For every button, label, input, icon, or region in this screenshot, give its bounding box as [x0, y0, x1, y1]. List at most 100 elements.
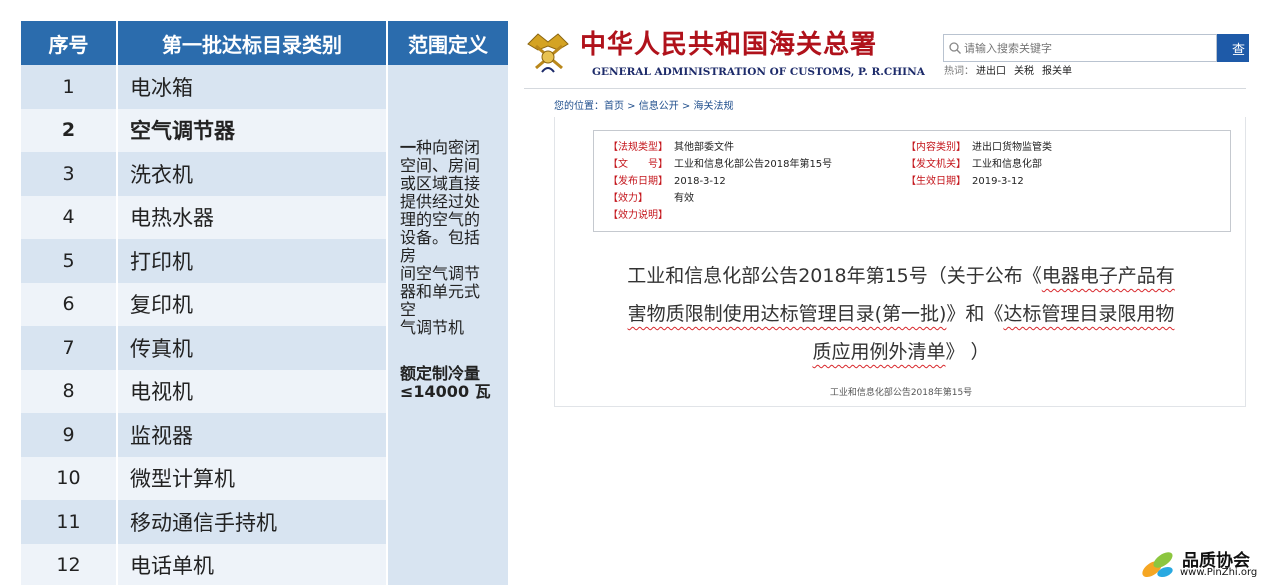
title-text: 》 ） — [945, 341, 990, 363]
hot-word-link[interactable]: 报关单 — [1042, 66, 1072, 77]
scope-definition-text: 一种向密闭 空间、房间 或区域直接 提供经过处 理的空气的 设备。包括房间空气调节 器和单元… — [400, 139, 502, 337]
definition-line: 间空气调节 — [400, 264, 481, 283]
meta-eff-date: 【生效日期】 2019-3-12 — [906, 172, 1024, 187]
title-underlined-text: 质应用例外清单 — [812, 341, 946, 363]
table-row: 4 电热水器 — [21, 195, 388, 239]
table-row: 11 移动通信手持机 — [21, 500, 388, 544]
header-divider — [524, 88, 1246, 89]
table-row: 8 电视机 — [21, 369, 388, 413]
meta-key: 【文 号】 — [608, 159, 668, 170]
pinzhi-leaf-logo-icon — [1142, 552, 1173, 578]
meta-value: 2018-3-12 — [674, 176, 726, 187]
definition-line: 器和单元式 — [400, 282, 481, 301]
table-row: 5 打印机 — [21, 239, 388, 283]
meta-key: 【效力】 — [608, 193, 648, 204]
row-category: 复印机 — [118, 282, 388, 326]
search-input[interactable] — [964, 38, 1214, 58]
hot-words-label: 热词： — [944, 66, 974, 77]
table-row: 12 电话单机 — [21, 543, 388, 585]
header-scope: 范围定义 — [408, 32, 488, 57]
row-category: 打印机 — [118, 239, 388, 283]
title-underlined-text: 害物质限制使用达标管理目录(第一批) — [627, 303, 947, 325]
row-category: 空气调节器 — [118, 108, 388, 152]
meta-value: 其他部委文件 — [674, 142, 734, 153]
header-no: 序号 — [21, 21, 118, 65]
scope-definition-cell: 一种向密闭 空间、房间 或区域直接 提供经过处 理的空气的 设备。包括房间空气调节 器和单元… — [388, 65, 508, 585]
row-number: 5 — [21, 239, 118, 283]
meta-law-type: 【法规类型】 其他部委文件 — [608, 138, 734, 153]
document-panel: 【法规类型】 其他部委文件 【内容类别】 进出口货物监管类 【文 号】 工业和信息化部… — [554, 117, 1246, 407]
definition-lead: 一 — [400, 138, 417, 157]
table-row: 6 复印机 — [21, 282, 388, 326]
definition-line: 理的空气的 — [400, 210, 481, 229]
row-category: 电话单机 — [118, 543, 388, 585]
meta-key: 【发文机关】 — [906, 159, 966, 170]
definition-line: 空间、房间 — [400, 156, 481, 175]
row-category: 电冰箱 — [118, 65, 388, 109]
row-number: 3 — [21, 152, 118, 196]
hot-word-link[interactable]: 关税 — [1014, 66, 1034, 77]
table-row: 10 微型计算机 — [21, 456, 388, 500]
breadcrumb-home[interactable]: 首页 — [604, 101, 624, 112]
rated-capacity-label: 额定制冷量 — [400, 364, 481, 383]
definition-line: 种向密闭 — [416, 138, 481, 157]
breadcrumb-separator: > — [624, 101, 639, 112]
meta-key: 【生效日期】 — [906, 176, 966, 187]
meta-value: 工业和信息化部公告2018年第15号 — [674, 159, 833, 170]
document-subtitle: 工业和信息化部公告2018年第15号 — [829, 388, 973, 398]
row-number: 10 — [21, 456, 118, 500]
row-number: 7 — [21, 326, 118, 370]
header-category: 第一批达标目录类别 — [118, 21, 388, 65]
definition-line: 空 — [400, 300, 417, 319]
table-row: 3 洗衣机 — [21, 152, 388, 196]
meta-validity: 【效力】 有效 — [608, 189, 694, 204]
meta-value: 2019-3-12 — [972, 176, 1024, 187]
row-number: 2 — [21, 108, 118, 152]
document-title: 工业和信息化部公告2018年第15号（关于公布《电器电子产品有害物质限制使用达标… — [555, 257, 1247, 371]
title-text: 工业和信息化部公告2018年第15号（关于公布《 — [627, 265, 1042, 287]
row-number: 11 — [21, 500, 118, 544]
table-row: 2 空气调节器 — [21, 108, 388, 152]
row-number: 6 — [21, 282, 118, 326]
title-underlined-text: 电器电子产品有 — [1041, 265, 1175, 287]
search-box — [943, 34, 1217, 62]
meta-issuer: 【发文机关】 工业和信息化部 — [906, 155, 1042, 170]
row-category: 洗衣机 — [118, 152, 388, 196]
table-header: 序号 第一批达标目录类别 范围定义 — [21, 21, 508, 65]
search-button[interactable]: 查 — [1217, 34, 1249, 62]
definition-line: 气调节机 — [400, 318, 465, 337]
meta-value: 进出口货物监管类 — [972, 142, 1052, 153]
row-category: 电热水器 — [118, 195, 388, 239]
row-category: 传真机 — [118, 326, 388, 370]
meta-doc-no: 【文 号】 工业和信息化部公告2018年第15号 — [608, 155, 832, 170]
definition-line: 或区域直接 — [400, 174, 481, 193]
breadcrumb-separator: > — [678, 101, 694, 112]
row-number: 1 — [21, 65, 118, 109]
rated-capacity: 额定制冷量 ≤14000 瓦 — [400, 365, 502, 401]
row-category: 移动通信手持机 — [118, 500, 388, 544]
site-title-cn[interactable]: 中华人民共和国海关总署 — [580, 24, 877, 61]
definition-line: 提供经过处 — [400, 192, 481, 211]
hot-word-link[interactable]: 进出口 — [976, 66, 1006, 77]
meta-category: 【内容类别】 进出口货物监管类 — [906, 138, 1052, 153]
breadcrumb-info-open[interactable]: 信息公开 — [639, 101, 679, 112]
breadcrumb-customs-law[interactable]: 海关法规 — [694, 101, 734, 112]
title-text: 》和《 — [946, 303, 1004, 325]
category-table: 序号 第一批达标目录类别 范围定义 1 电冰箱 2 空气调节器 3 洗衣机 4 电热水器… — [21, 21, 508, 585]
table-row: 1 电冰箱 — [21, 65, 388, 109]
customs-emblem-icon[interactable] — [524, 28, 572, 76]
row-number: 4 — [21, 195, 118, 239]
title-underlined-text: 达标管理目录限用物 — [1003, 303, 1175, 325]
row-category: 微型计算机 — [118, 456, 388, 500]
meta-value: 有效 — [674, 193, 694, 204]
table-row: 7 传真机 — [21, 326, 388, 370]
table-body: 1 电冰箱 2 空气调节器 3 洗衣机 4 电热水器 5 打印机 6 复印机 7 传真机 8电… — [21, 65, 508, 585]
rated-capacity-value: ≤14000 瓦 — [400, 382, 491, 401]
table-row: 9 监视器 — [21, 413, 388, 457]
definition-line: 房 — [400, 246, 417, 265]
meta-key: 【效力说明】 — [608, 210, 668, 221]
hot-words: 热词： 进出口 关税 报关单 — [944, 62, 1080, 77]
row-category: 电视机 — [118, 369, 388, 413]
row-number: 12 — [21, 543, 118, 585]
document-meta-box: 【法规类型】 其他部委文件 【内容类别】 进出口货物监管类 【文 号】 工业和信息化部… — [593, 130, 1231, 232]
